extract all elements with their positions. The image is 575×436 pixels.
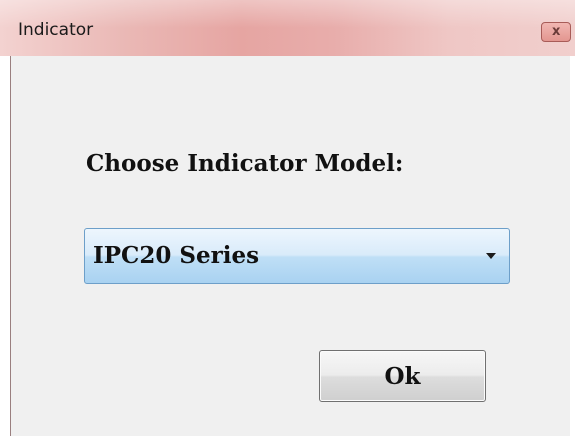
indicator-dialog: Indicator x Choose Indicator Model: IPC2…: [0, 0, 575, 436]
selected-model-value: IPC20 Series: [93, 242, 260, 269]
window-title: Indicator: [18, 20, 94, 40]
indicator-model-dropdown[interactable]: IPC20 Series: [84, 228, 510, 284]
title-bar[interactable]: Indicator x: [0, 0, 575, 56]
close-icon: x: [552, 24, 561, 39]
close-button[interactable]: x: [541, 22, 571, 42]
ok-button[interactable]: Ok: [319, 350, 486, 402]
ok-button-label: Ok: [384, 363, 421, 390]
choose-indicator-model-label: Choose Indicator Model:: [86, 150, 404, 177]
chevron-down-icon: [486, 253, 496, 259]
